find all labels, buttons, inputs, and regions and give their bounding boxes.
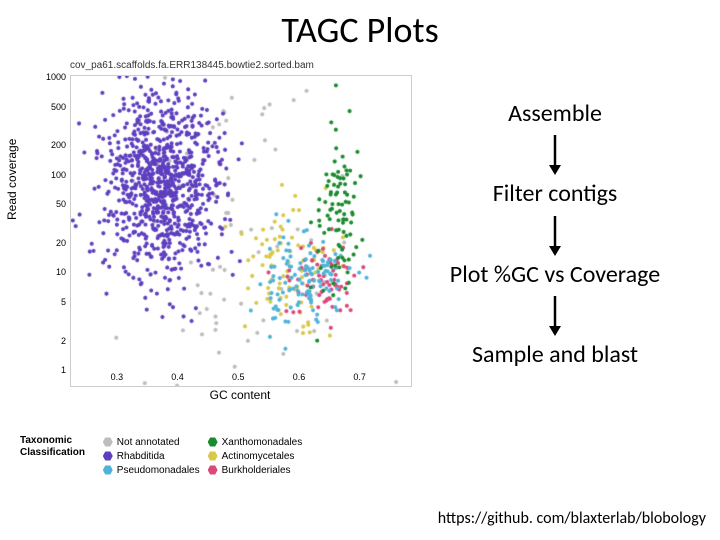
legend-item: Pseudomonadales (103, 463, 200, 477)
legend: TaxonomicClassification Not annotated Rha… (20, 435, 400, 477)
legend-items: Not annotated Rhabditida Pseudomonadales Xa… (103, 435, 310, 477)
y-axis-ticks: 1251020501002005001000 (40, 60, 68, 370)
legend-label: Burkholderiales (222, 465, 291, 476)
legend-swatch (103, 437, 113, 447)
legend-item: Actinomycetales (208, 449, 303, 463)
scatter-chart: cov_pa61.scaffolds.fa.ERR138445.bowtie2.… (15, 60, 415, 460)
legend-item: Burkholderiales (208, 463, 303, 477)
legend-swatch (208, 451, 218, 461)
legend-swatch (103, 465, 113, 475)
workflow: Assemble Filter contigs Plot %GC vs Cove… (405, 95, 705, 375)
legend-label: Rhabditida (117, 451, 165, 462)
flow-step: Assemble (405, 101, 705, 127)
x-axis-label: GC content (70, 388, 410, 402)
flow-step: Plot %GC vs Coverage (405, 262, 705, 288)
scatter-canvas (71, 76, 411, 386)
flow-step: Sample and blast (405, 342, 705, 368)
arrow-down-icon (545, 294, 565, 336)
page-title: TAGC Plots (0, 8, 720, 52)
legend-item: Not annotated (103, 435, 200, 449)
legend-item: Xanthomonadales (208, 435, 303, 449)
legend-swatch (208, 465, 218, 475)
legend-title: TaxonomicClassification (20, 435, 100, 459)
legend-label: Actinomycetales (222, 451, 295, 462)
slide: TAGC Plots cov_pa61.scaffolds.fa.ERR1384… (0, 0, 720, 540)
legend-label: Not annotated (117, 437, 180, 448)
flow-step: Filter contigs (405, 181, 705, 207)
legend-item: Rhabditida (103, 449, 200, 463)
arrow-down-icon (545, 214, 565, 256)
legend-swatch (103, 451, 113, 461)
plot-box (70, 75, 412, 387)
plot-title: cov_pa61.scaffolds.fa.ERR138445.bowtie2.… (70, 60, 415, 71)
legend-swatch (208, 437, 218, 447)
y-axis-label: Read coverage (5, 139, 19, 220)
legend-label: Xanthomonadales (222, 437, 303, 448)
legend-label: Pseudomonadales (117, 465, 200, 476)
arrow-down-icon (545, 133, 565, 175)
footer-link: https://github. com/blaxterlab/blobology (438, 509, 706, 528)
